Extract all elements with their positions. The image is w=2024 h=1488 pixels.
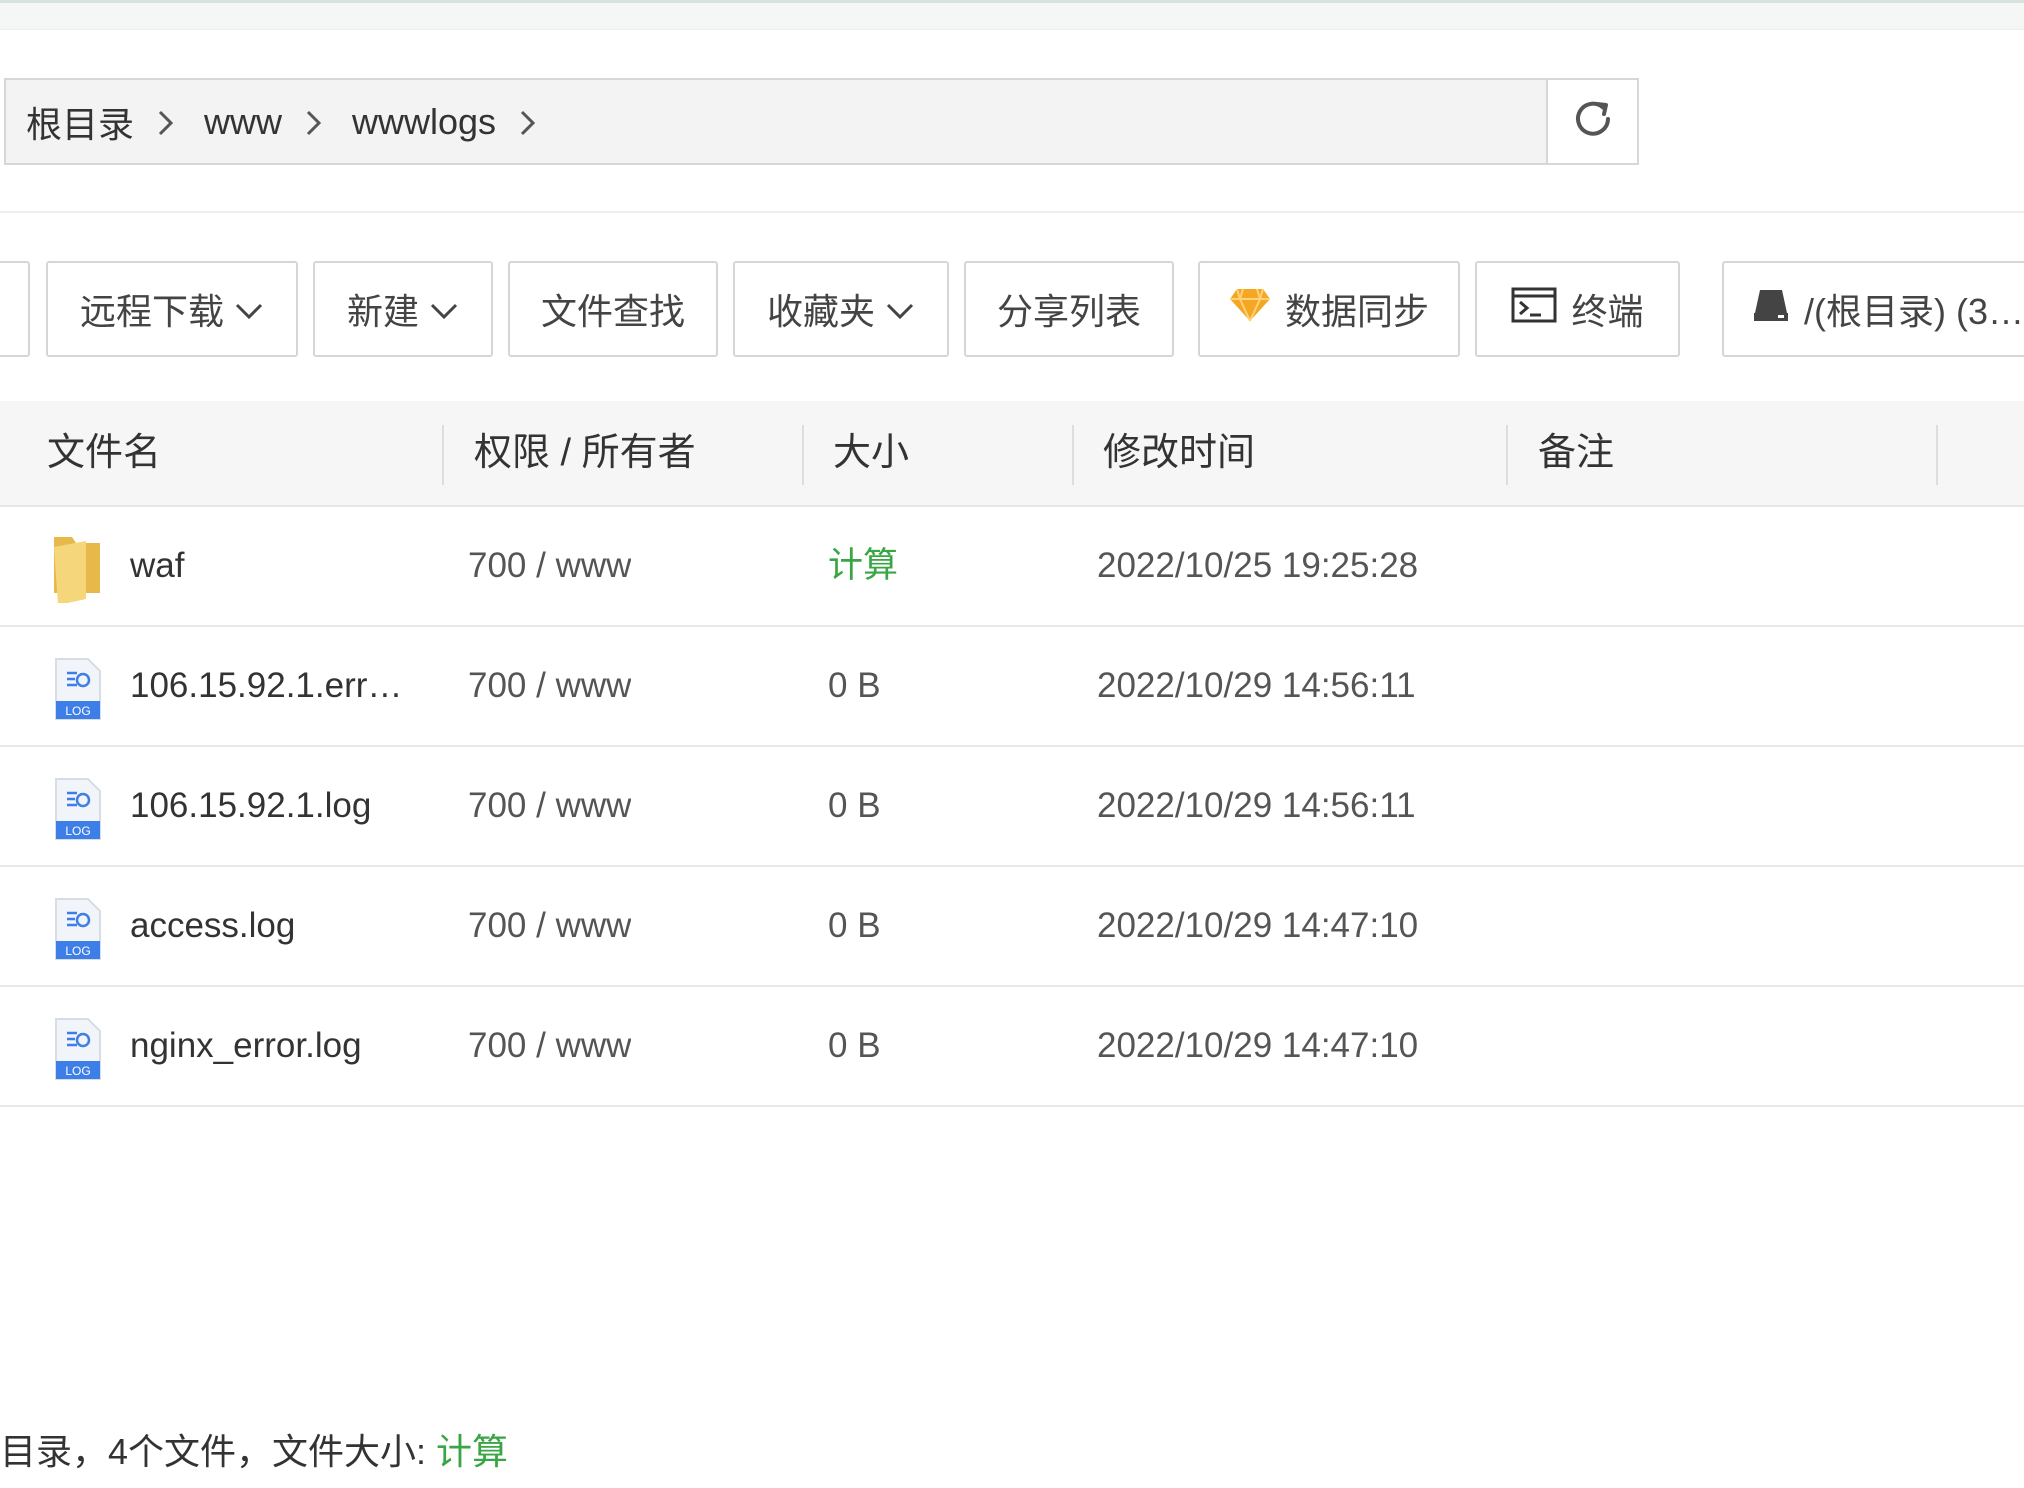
favorites-button[interactable]: 收藏夹 xyxy=(733,261,949,357)
file-mtime: 2022/10/29 14:56:11 xyxy=(1097,786,1416,825)
column-divider xyxy=(1936,425,1938,485)
chevron-down-icon xyxy=(885,288,915,330)
column-divider xyxy=(802,425,804,485)
file-size: 0 B xyxy=(828,666,881,705)
file-size: 0 B xyxy=(828,906,881,945)
upload-button-partial[interactable] xyxy=(0,261,30,357)
refresh-icon xyxy=(1570,96,1616,147)
terminal-button[interactable]: 终端 xyxy=(1475,261,1680,357)
table-row[interactable]: LOG nginx_error.log 700 / www 0 B 2022/1… xyxy=(0,987,2024,1107)
folder-icon xyxy=(50,537,106,605)
column-divider xyxy=(1072,425,1074,485)
log-file-icon: LOG xyxy=(50,657,106,720)
file-name[interactable]: 106.15.92.1.err… xyxy=(130,627,415,745)
column-header-name[interactable]: 文件名 xyxy=(47,401,161,505)
chevron-right-icon xyxy=(134,102,204,142)
breadcrumb-item-root[interactable]: 根目录 xyxy=(26,96,134,148)
new-button[interactable]: 新建 xyxy=(313,261,493,357)
footer-summary-text: 目录，4个文件，文件大小: xyxy=(0,1431,427,1472)
file-size: 0 B xyxy=(828,1026,881,1065)
data-sync-button[interactable]: 数据同步 xyxy=(1198,261,1460,357)
file-name[interactable]: waf xyxy=(130,507,415,625)
terminal-icon xyxy=(1511,287,1557,332)
share-list-button[interactable]: 分享列表 xyxy=(964,261,1174,357)
calc-size-link[interactable]: 计算 xyxy=(828,507,898,625)
table-row[interactable]: waf 700 / www 计算 2022/10/25 19:25:28 xyxy=(0,507,2024,627)
log-file-icon: LOG xyxy=(50,1017,106,1080)
log-icon-label: LOG xyxy=(65,944,90,958)
diamond-icon xyxy=(1229,287,1271,332)
file-name[interactable]: 106.15.92.1.log xyxy=(130,747,415,865)
file-permission[interactable]: 700 / www xyxy=(468,627,631,745)
chevron-right-icon xyxy=(496,102,566,142)
log-icon-label: LOG xyxy=(65,1064,90,1078)
file-mtime: 2022/10/29 14:56:11 xyxy=(1097,666,1416,705)
table-row[interactable]: LOG 106.15.92.1.err… 700 / www 0 B 2022/… xyxy=(0,627,2024,747)
column-header-perm[interactable]: 权限 / 所有者 xyxy=(474,401,696,505)
breadcrumb: 根目录 www wwwlogs xyxy=(4,78,1548,165)
chevron-down-icon xyxy=(234,288,264,330)
file-name[interactable]: nginx_error.log xyxy=(130,987,415,1105)
file-search-button[interactable]: 文件查找 xyxy=(508,261,718,357)
refresh-button[interactable] xyxy=(1546,78,1639,165)
file-name[interactable]: access.log xyxy=(130,867,415,985)
file-mtime: 2022/10/29 14:47:10 xyxy=(1097,1026,1419,1065)
chevron-right-icon xyxy=(282,102,352,142)
table-header: 文件名 权限 / 所有者 大小 修改时间 备注 xyxy=(0,401,2024,507)
table-row[interactable]: LOG 106.15.92.1.log 700 / www 0 B 2022/1… xyxy=(0,747,2024,867)
file-size: 0 B xyxy=(828,786,881,825)
disk-button[interactable]: /(根目录) (3… xyxy=(1722,261,2024,357)
file-permission[interactable]: 700 / www xyxy=(468,987,631,1105)
breadcrumb-item-www[interactable]: www xyxy=(204,101,282,143)
disk-icon xyxy=(1752,287,1790,332)
log-file-icon: LOG xyxy=(50,777,106,840)
remote-download-button[interactable]: 远程下载 xyxy=(46,261,298,357)
log-icon-label: LOG xyxy=(65,824,90,838)
chevron-down-icon xyxy=(429,288,459,330)
file-permission[interactable]: 700 / www xyxy=(468,507,631,625)
log-icon-label: LOG xyxy=(65,704,90,718)
column-divider xyxy=(1506,425,1508,485)
table-row[interactable]: LOG access.log 700 / www 0 B 2022/10/29 … xyxy=(0,867,2024,987)
file-permission[interactable]: 700 / www xyxy=(468,747,631,865)
file-mtime: 2022/10/25 19:25:28 xyxy=(1097,546,1419,585)
divider xyxy=(0,211,2024,213)
footer-calc-link[interactable]: 计算 xyxy=(436,1431,508,1472)
column-header-note[interactable]: 备注 xyxy=(1538,401,1614,505)
breadcrumb-item-wwwlogs[interactable]: wwwlogs xyxy=(352,101,496,143)
log-file-icon: LOG xyxy=(50,897,106,960)
column-divider xyxy=(442,425,444,485)
top-strip xyxy=(0,0,2024,30)
footer-summary: 目录，4个文件，文件大小: 计算 xyxy=(0,1424,508,1480)
file-mtime: 2022/10/29 14:47:10 xyxy=(1097,906,1419,945)
column-header-mtime[interactable]: 修改时间 xyxy=(1103,401,1255,505)
file-permission[interactable]: 700 / www xyxy=(468,867,631,985)
column-header-size[interactable]: 大小 xyxy=(833,401,909,505)
